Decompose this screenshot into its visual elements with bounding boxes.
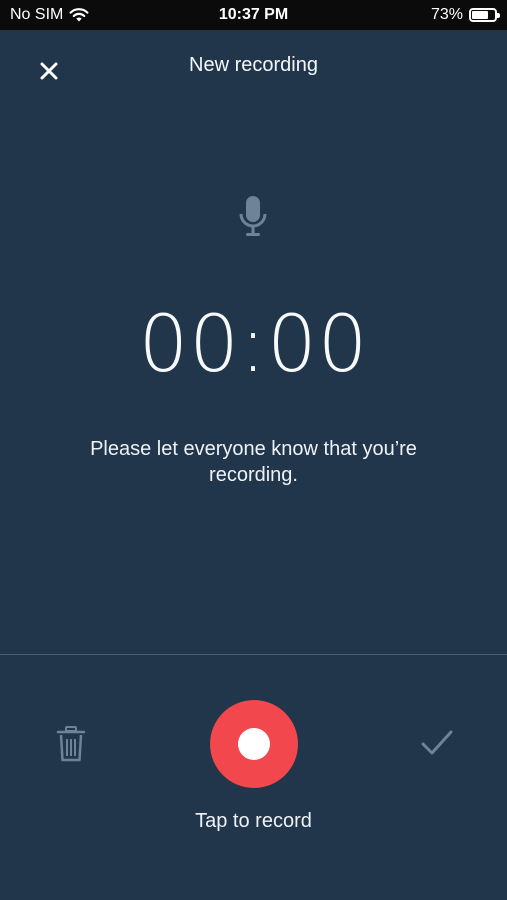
microphone-icon bbox=[239, 196, 267, 236]
page-title: New recording bbox=[189, 54, 318, 76]
battery-icon bbox=[469, 8, 500, 22]
battery-percent: 73% bbox=[430, 6, 463, 23]
status-bar: No SIM 10:37 PM 73% bbox=[0, 0, 507, 30]
record-icon bbox=[238, 728, 270, 760]
recording-notice: Please let everyone know that you’re rec… bbox=[90, 438, 417, 486]
divider bbox=[0, 654, 507, 655]
recording-screen: No SIM 10:37 PM 73% New recording 00:00 bbox=[0, 0, 507, 900]
trash-icon[interactable] bbox=[56, 726, 86, 762]
battery-tip bbox=[497, 13, 500, 18]
record-label: Tap to record bbox=[195, 810, 312, 832]
timer-display: 00:00 bbox=[138, 300, 369, 390]
checkmark-icon[interactable] bbox=[420, 728, 454, 758]
status-right: 73% bbox=[430, 6, 500, 24]
record-button[interactable] bbox=[210, 700, 298, 788]
battery-fill bbox=[472, 11, 488, 19]
